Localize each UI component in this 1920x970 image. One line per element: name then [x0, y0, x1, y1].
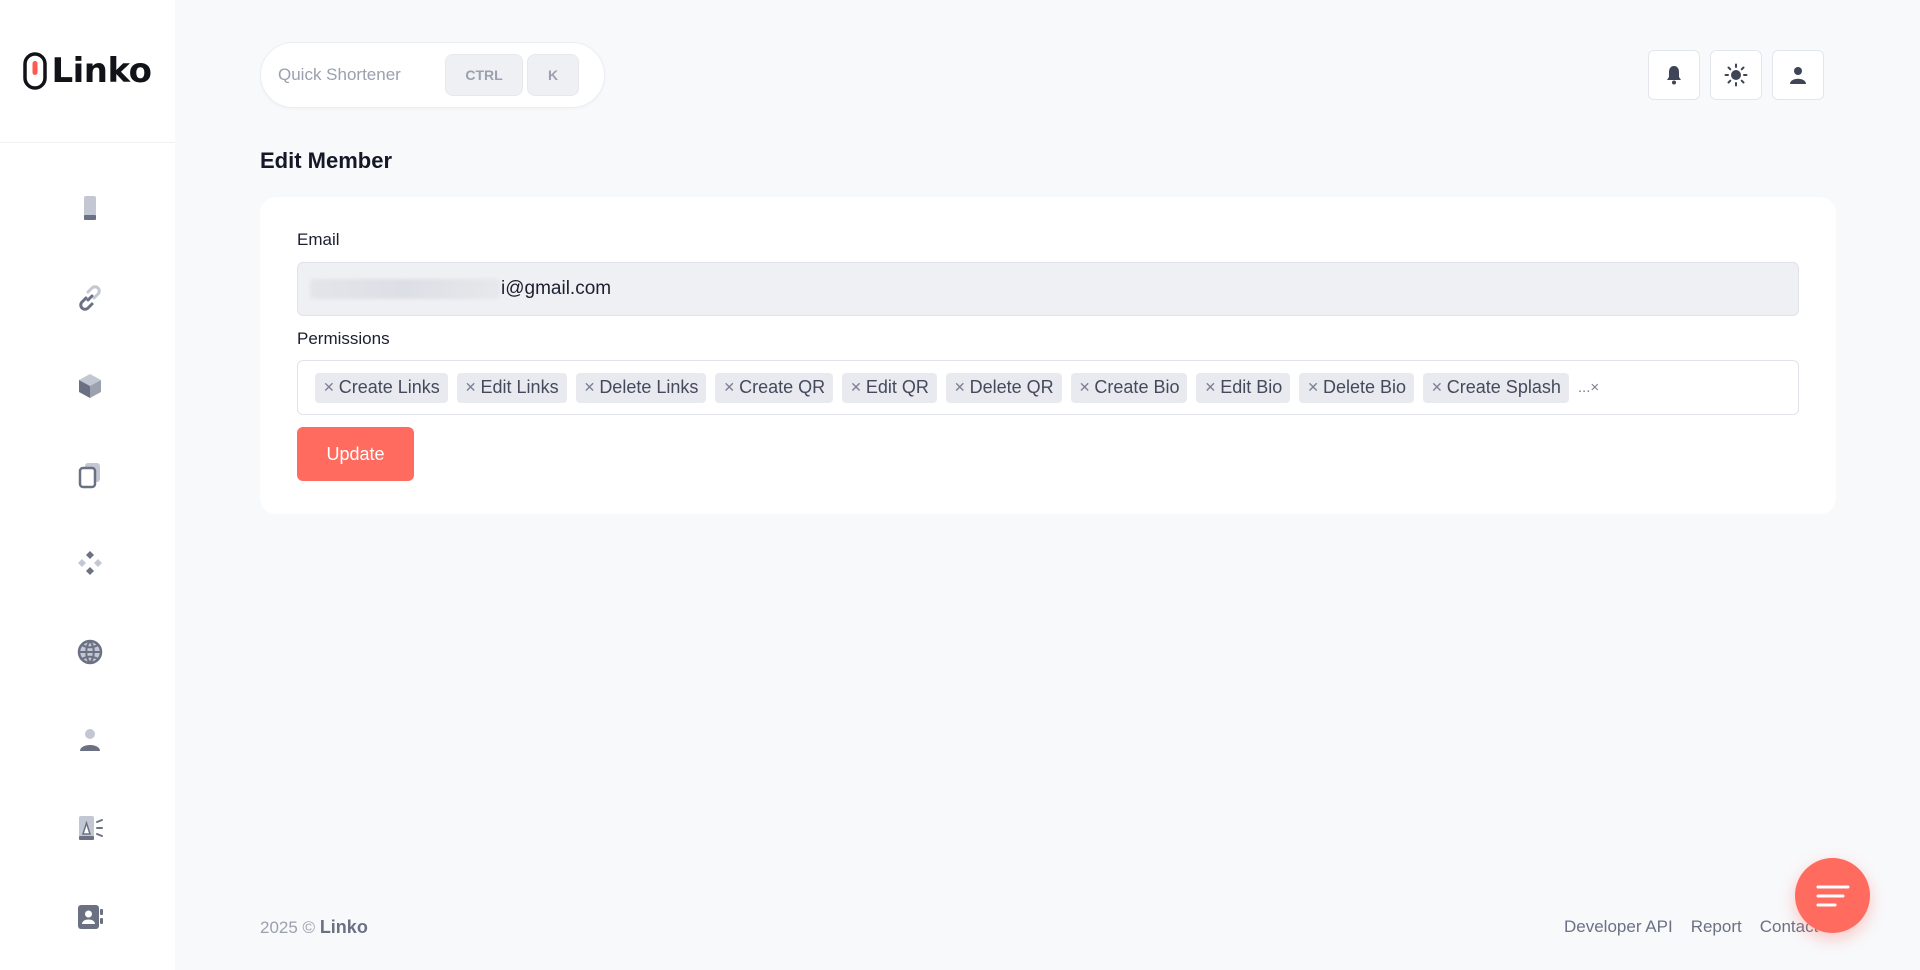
sidebar-item-integrations[interactable] — [70, 543, 110, 583]
sidebar-item-members[interactable] — [70, 720, 110, 760]
permission-tag[interactable]: ✕ Create Splash — [1423, 372, 1569, 403]
page-title: Edit Member — [260, 148, 393, 173]
phone-icon — [84, 196, 96, 220]
sidebar-item-pages[interactable] — [70, 455, 110, 495]
sidebar-item-contacts[interactable] — [70, 897, 110, 937]
remove-tag-icon[interactable]: ✕ — [954, 379, 966, 396]
remove-tag-icon[interactable]: ✕ — [1079, 379, 1091, 396]
remove-tag-icon[interactable]: ✕ — [850, 379, 862, 396]
notifications-button[interactable] — [1648, 50, 1700, 100]
permission-tag-label: Create QR — [739, 377, 826, 397]
user-icon — [1790, 67, 1806, 84]
permission-tag[interactable]: ✕ Create QR — [715, 372, 834, 403]
sidebar-item-domains[interactable] — [70, 632, 110, 672]
permission-tag-label: Delete Links — [599, 377, 699, 397]
permissions-label: Permissions — [297, 329, 390, 348]
remove-tag-icon[interactable]: ✕ — [1204, 379, 1216, 396]
sidebar-item-campaigns[interactable] — [70, 808, 110, 848]
sidebar-item-phone[interactable] — [70, 188, 110, 228]
permission-tag-label: Edit Links — [480, 377, 559, 397]
bell-icon — [1667, 66, 1681, 85]
campaign-icon — [79, 816, 103, 840]
user-icon — [80, 729, 100, 751]
permission-tag-label: Delete QR — [969, 377, 1054, 397]
logo-text: Linko — [51, 51, 152, 91]
permission-tag-label: Delete Bio — [1322, 377, 1407, 397]
remove-tag-icon[interactable]: ✕ — [584, 379, 596, 396]
sidebar: Linko — [0, 0, 175, 970]
shortcut-key-k: K — [527, 54, 579, 96]
sun-icon — [1724, 63, 1748, 87]
link-icon — [79, 285, 101, 311]
email-value: i@gmail.com — [501, 278, 612, 299]
quick-shortener-label: Quick Shortener — [278, 65, 401, 84]
permission-tag[interactable]: ✕ Delete Links — [575, 372, 707, 403]
permission-tag-label: Create Links — [338, 377, 440, 397]
footer-links: Developer API Report Contact — [1564, 917, 1834, 937]
apps-icon — [78, 551, 102, 575]
logo-icon — [23, 52, 48, 90]
permission-tag[interactable]: ✕ Edit Links — [456, 372, 567, 403]
theme-toggle-button[interactable] — [1710, 50, 1762, 100]
copy-icon — [78, 463, 100, 489]
permission-tag[interactable]: ✕ Edit QR — [842, 372, 937, 403]
footer-copyright: 2025 © Linko — [260, 917, 368, 938]
permission-tag[interactable]: ✕ Edit Bio — [1196, 372, 1291, 403]
email-label: Email — [297, 230, 340, 249]
logo[interactable]: Linko — [23, 51, 152, 91]
sidebar-item-links[interactable] — [70, 278, 110, 318]
permission-tag[interactable]: ✕ Delete Bio — [1299, 372, 1415, 403]
remove-tag-icon[interactable]: ✕ — [1431, 379, 1443, 396]
globe-icon — [77, 639, 103, 665]
quick-shortener[interactable]: Quick Shortener CTRL K — [260, 42, 605, 108]
floating-menu-button[interactable] — [1795, 858, 1870, 933]
edit-member-card: Email i@gmail.com Permissions ✕ Create Li… — [260, 197, 1836, 514]
permissions-overflow-indicator[interactable]: ...× — [1578, 379, 1599, 396]
permission-tag-label: Edit Bio — [1220, 377, 1283, 397]
permission-tag[interactable]: ✕ Create Links — [315, 372, 448, 403]
permission-tag-label: Edit QR — [865, 377, 929, 397]
remove-tag-icon[interactable]: ✕ — [1307, 379, 1319, 396]
contacts-icon — [78, 905, 103, 929]
permission-tag[interactable]: ✕ Create Bio — [1070, 372, 1188, 403]
remove-tag-icon[interactable]: ✕ — [323, 379, 335, 396]
copyright-text: 2025 © — [260, 918, 316, 937]
remove-tag-icon[interactable]: ✕ — [465, 379, 477, 396]
account-button[interactable] — [1772, 50, 1824, 100]
footer-brand-link[interactable]: Linko — [320, 917, 368, 937]
redacted-email-prefix — [310, 279, 500, 299]
update-button[interactable]: Update — [297, 427, 414, 481]
sidebar-item-products[interactable] — [70, 366, 110, 406]
permission-tag-label: Create Splash — [1446, 377, 1561, 397]
shortcut-key-ctrl: CTRL — [445, 54, 523, 96]
permission-tag-label: Create Bio — [1094, 377, 1180, 397]
remove-tag-icon[interactable]: ✕ — [723, 379, 735, 396]
footer-link-developer-api[interactable]: Developer API — [1564, 917, 1673, 937]
logo-area: Linko — [0, 0, 175, 143]
menu-lines-icon — [1816, 885, 1849, 906]
footer-link-report[interactable]: Report — [1691, 917, 1742, 937]
cube-icon — [79, 374, 101, 398]
permissions-select[interactable]: ✕ Create Links ✕ Edit Links ✕ Delete Links … — [297, 360, 1799, 415]
permission-tag[interactable]: ✕ Delete QR — [945, 372, 1062, 403]
email-field[interactable]: i@gmail.com — [297, 262, 1799, 316]
